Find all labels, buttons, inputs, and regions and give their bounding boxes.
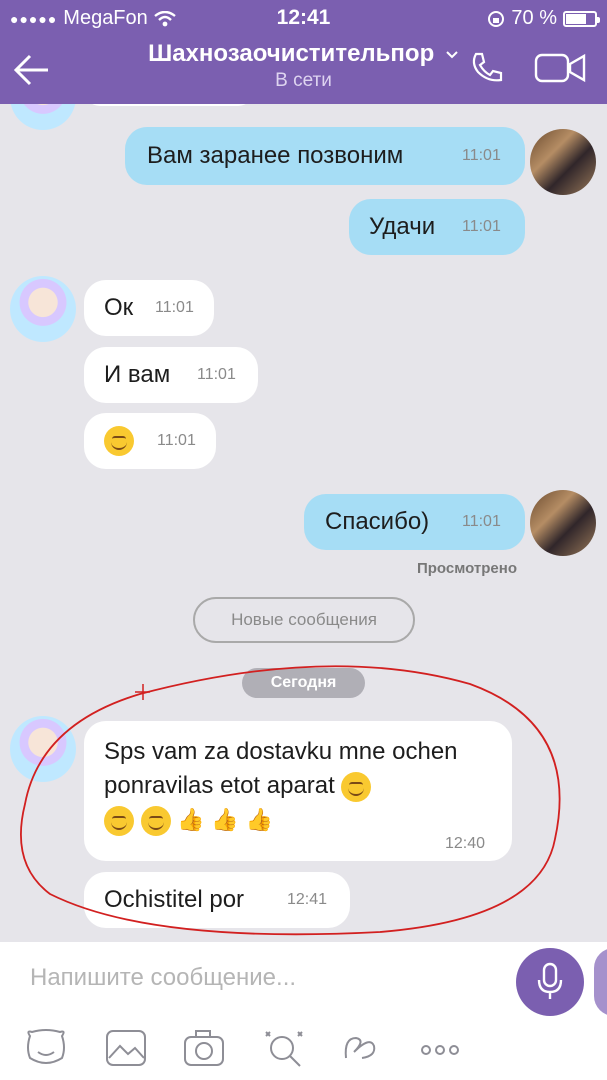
more-icon[interactable]	[418, 1028, 462, 1068]
doodle-icon[interactable]	[262, 1028, 306, 1068]
gallery-icon[interactable]	[104, 1028, 148, 1068]
secondary-action-button[interactable]	[594, 948, 607, 1016]
composer-toolbar	[0, 1020, 607, 1075]
contact-avatar[interactable]	[10, 104, 76, 130]
chat-area[interactable]: Вам заранее позвоним 11:01 Удачи 11:01 О…	[0, 104, 607, 942]
gif-icon[interactable]	[340, 1028, 384, 1068]
thumbs-up-icon: 👍	[211, 807, 239, 832]
camera-icon[interactable]	[182, 1028, 226, 1068]
battery-icon	[563, 10, 600, 27]
sticker-icon[interactable]	[24, 1028, 68, 1068]
message-time: 11:01	[157, 432, 196, 449]
message-bubble-partial	[84, 104, 254, 106]
mic-button[interactable]	[516, 948, 584, 1016]
message-bubble[interactable]: 11:01	[84, 413, 216, 469]
message-time: 12:41	[287, 891, 328, 908]
contact-avatar[interactable]	[10, 276, 76, 342]
seen-label: Просмотрено	[416, 560, 517, 577]
message-bubble[interactable]: И вам 11:01	[84, 347, 258, 403]
phone-icon[interactable]	[468, 50, 504, 86]
own-avatar[interactable]	[530, 490, 596, 556]
message-time: 11:01	[155, 299, 194, 316]
smile-emoji-icon	[104, 426, 134, 456]
online-status: В сети	[275, 70, 332, 91]
contact-avatar[interactable]	[10, 716, 76, 782]
thumbs-up-icon: 👍	[177, 807, 205, 832]
message-bubble[interactable]: Удачи 11:01	[349, 199, 525, 255]
message-time: 12:40	[445, 835, 486, 852]
message-input[interactable]: Напишите сообщение...	[30, 964, 296, 992]
status-bar: ●●●●● MegaFon 12:41 70 %	[0, 0, 607, 34]
own-avatar[interactable]	[530, 129, 596, 195]
message-time: 11:01	[462, 218, 501, 235]
message-time: 11:01	[462, 513, 501, 530]
message-time: 11:01	[197, 366, 236, 383]
smile-emoji-icon	[104, 805, 134, 836]
video-camera-icon[interactable]	[534, 52, 586, 84]
date-divider: Сегодня	[242, 668, 365, 698]
message-bubble[interactable]: Спасибо) 11:01	[304, 494, 525, 550]
new-messages-button[interactable]: Новые сообщения	[193, 597, 415, 643]
message-bubble[interactable]: Ochistitel por 12:41	[84, 872, 350, 928]
battery-percent: 70 %	[511, 7, 557, 29]
chat-title[interactable]: Шахнозаочистительпор	[0, 40, 607, 68]
message-time: 11:01	[462, 147, 501, 164]
message-bubble[interactable]: Ок 11:01	[84, 280, 214, 336]
chevron-down-icon	[446, 50, 458, 59]
thumbs-up-icon: 👍	[245, 807, 273, 832]
smile-emoji-icon	[140, 805, 171, 836]
top-bar: ●●●●● MegaFon 12:41 70 % Шахнозаочистите…	[0, 0, 607, 104]
smile-emoji-icon	[341, 771, 372, 802]
microphone-icon	[537, 962, 563, 999]
message-bubble[interactable]: Вам заранее позвоним 11:01	[125, 127, 525, 185]
rotation-lock-icon	[488, 10, 505, 27]
chat-title-text: Шахнозаочистительпор	[148, 40, 435, 67]
message-bubble[interactable]: Sps vam za dostavku mne ochen ponravilas…	[84, 721, 512, 861]
